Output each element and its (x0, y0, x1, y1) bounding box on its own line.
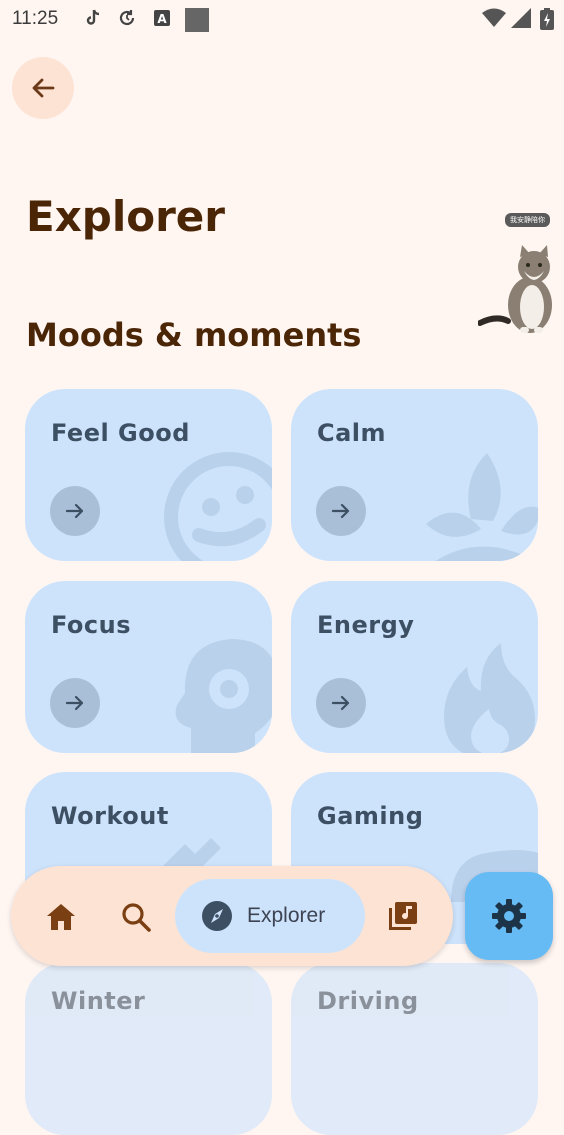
mood-card-driving[interactable]: Driving (291, 963, 538, 1135)
nav-explorer[interactable]: Explorer (175, 879, 365, 953)
arrow-right-icon (331, 695, 350, 711)
gear-icon (492, 899, 526, 933)
nav-search[interactable] (116, 899, 156, 935)
card-title: Winter (51, 987, 146, 1015)
card-title: Driving (317, 987, 419, 1015)
svg-text:A: A (157, 12, 167, 26)
search-icon (122, 903, 151, 932)
card-arrow-button[interactable] (316, 678, 366, 728)
tiktok-icon (86, 9, 100, 25)
arrow-left-icon (32, 78, 55, 98)
card-title: Energy (317, 611, 415, 639)
card-title: Calm (317, 419, 387, 447)
card-arrow-button[interactable] (50, 678, 100, 728)
arrow-right-icon (331, 503, 350, 519)
flame-icon (444, 643, 535, 753)
status-time: 11:25 (12, 8, 59, 29)
arrow-right-icon (65, 695, 84, 711)
leaves-icon (426, 453, 538, 561)
arrow-right-icon (65, 503, 84, 519)
library-music-icon (389, 902, 417, 930)
bottom-nav: Explorer (11, 866, 453, 966)
nav-explorer-label: Explorer (247, 904, 326, 927)
sync-icon (119, 10, 135, 26)
card-title: Focus (51, 611, 132, 639)
compass-icon (202, 901, 232, 931)
status-bar: 11:25 A (0, 0, 564, 38)
mood-card-calm[interactable]: Calm (291, 389, 538, 561)
card-title: Workout (51, 802, 169, 830)
home-icon (47, 904, 75, 930)
wifi-icon (482, 8, 506, 27)
square-icon (185, 8, 209, 32)
card-title: Gaming (317, 802, 424, 830)
battery-icon (540, 8, 554, 30)
card-title: Feel Good (51, 419, 190, 447)
smiley-icon (164, 452, 272, 561)
back-button[interactable] (12, 57, 74, 119)
overlay-badge: 我安静陪你 (505, 213, 550, 227)
section-title: Moods & moments (26, 316, 362, 354)
settings-button[interactable] (465, 872, 553, 960)
head-gear-icon (175, 639, 272, 753)
nav-library[interactable] (383, 897, 423, 935)
mood-card-winter[interactable]: Winter (25, 963, 272, 1135)
mood-card-focus[interactable]: Focus (25, 581, 272, 753)
signal-icon (511, 8, 531, 28)
card-arrow-button[interactable] (316, 486, 366, 536)
cat-sticker[interactable] (478, 243, 560, 335)
mood-card-energy[interactable]: Energy (291, 581, 538, 753)
card-arrow-button[interactable] (50, 486, 100, 536)
mood-card-feel-good[interactable]: Feel Good (25, 389, 272, 561)
page-title: Explorer (26, 192, 226, 241)
nav-home[interactable] (41, 899, 81, 935)
font-a-icon: A (154, 10, 170, 26)
